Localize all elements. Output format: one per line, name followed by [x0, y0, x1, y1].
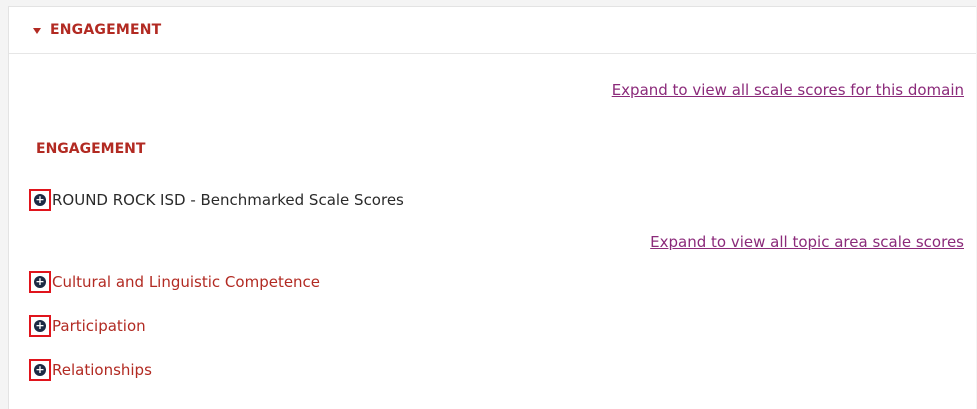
topic-row-cultural: + Cultural and Linguistic Competence — [29, 271, 320, 293]
topic-link-relationships[interactable]: Relationships — [52, 361, 152, 379]
topic-link-cultural[interactable]: Cultural and Linguistic Competence — [52, 273, 320, 291]
engagement-panel: ENGAGEMENT Expand to view all scale scor… — [8, 6, 976, 409]
plus-circle-icon: + — [34, 319, 46, 332]
plus-circle-icon: + — [34, 275, 46, 288]
benchmark-row: + ROUND ROCK ISD - Benchmarked Scale Sco… — [29, 189, 404, 211]
expand-participation-button[interactable]: + — [29, 315, 51, 337]
expand-benchmark-button[interactable]: + — [29, 189, 51, 211]
caret-down-icon — [33, 27, 41, 34]
plus-circle-icon: + — [34, 193, 46, 206]
benchmark-label: ROUND ROCK ISD - Benchmarked Scale Score… — [52, 191, 404, 209]
topic-row-participation: + Participation — [29, 315, 146, 337]
topic-link-participation[interactable]: Participation — [52, 317, 146, 335]
section-title: ENGAGEMENT — [36, 141, 146, 157]
expand-relationships-button[interactable]: + — [29, 359, 51, 381]
panel-header-toggle[interactable]: ENGAGEMENT — [9, 7, 976, 54]
plus-circle-icon: + — [34, 363, 46, 376]
expand-topic-scale-scores-link[interactable]: Expand to view all topic area scale scor… — [650, 233, 964, 251]
expand-cultural-button[interactable]: + — [29, 271, 51, 293]
panel-header-title: ENGAGEMENT — [50, 22, 162, 38]
expand-domain-scale-scores-link[interactable]: Expand to view all scale scores for this… — [612, 81, 964, 99]
topic-row-relationships: + Relationships — [29, 359, 152, 381]
